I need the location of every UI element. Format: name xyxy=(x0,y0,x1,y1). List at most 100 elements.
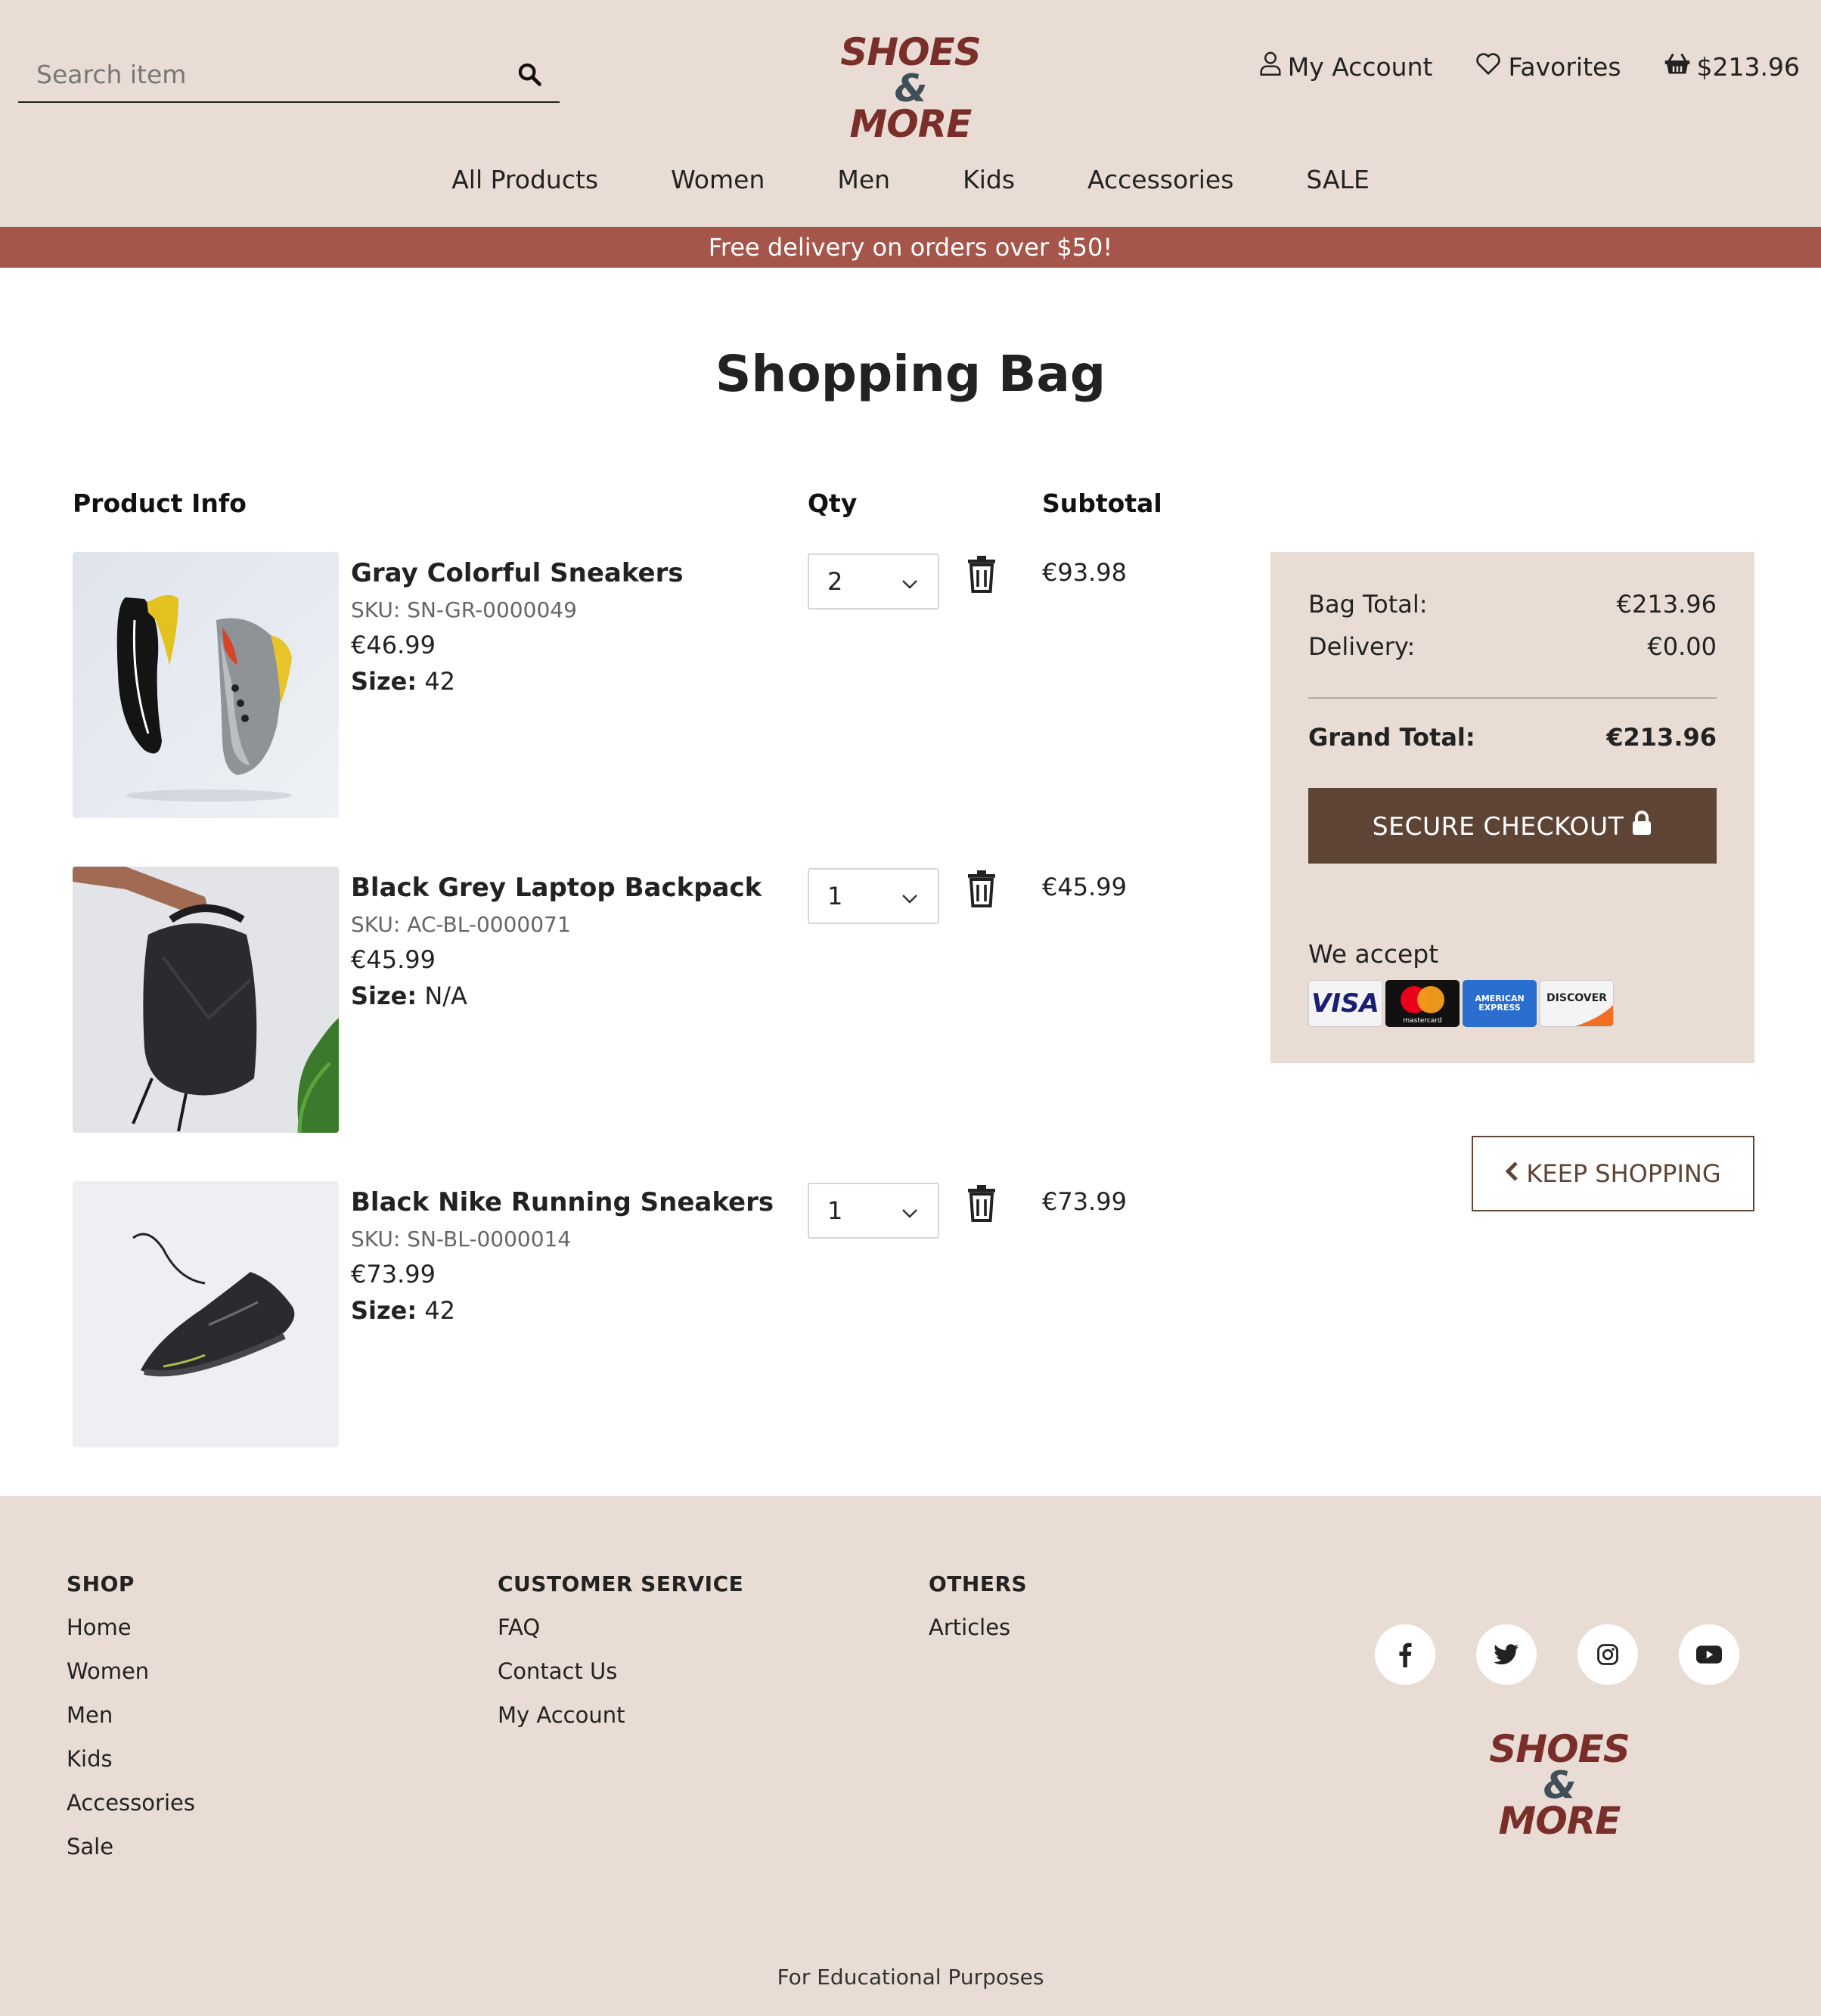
column-header-subtotal: Subtotal xyxy=(1042,488,1162,518)
trash-icon[interactable] xyxy=(965,1184,998,1222)
chevron-down-icon xyxy=(901,567,918,596)
lock-icon xyxy=(1631,811,1652,841)
site-logo[interactable]: SHOES & MORE xyxy=(824,33,997,143)
item-subtotal: €93.98 xyxy=(1042,558,1127,587)
item-sku: SKU: SN-GR-0000049 xyxy=(351,597,577,622)
item-size-label: Size: xyxy=(351,1296,417,1325)
quantity-select[interactable]: 2 xyxy=(808,554,939,609)
bag-total-label: Bag Total: xyxy=(1308,590,1428,619)
keep-shopping-button[interactable]: KEEP SHOPPING xyxy=(1472,1136,1754,1211)
secure-checkout-button[interactable]: SECURE CHECKOUT xyxy=(1308,788,1717,864)
footer-shop-column: SHOP Home Women Men Kids Accessories Sal… xyxy=(67,1571,195,1878)
nav-men[interactable]: Men xyxy=(801,165,926,194)
bag-item: Black Nike Running Sneakers SKU: SN-BL-0… xyxy=(73,1181,1169,1447)
my-account-link[interactable]: My Account xyxy=(1259,51,1433,82)
item-subtotal: €45.99 xyxy=(1042,873,1127,901)
trash-icon[interactable] xyxy=(965,870,998,907)
cart-total: $213.96 xyxy=(1696,51,1800,82)
footer-link-accessories[interactable]: Accessories xyxy=(67,1790,195,1834)
item-size-value: 42 xyxy=(424,1296,456,1325)
footer-heading: OTHERS xyxy=(929,1571,1028,1596)
nav-kids[interactable]: Kids xyxy=(926,165,1051,194)
chevron-left-icon xyxy=(1505,1159,1519,1188)
item-name[interactable]: Gray Colorful Sneakers xyxy=(351,558,684,588)
quantity-select[interactable]: 1 xyxy=(808,1183,939,1239)
footer-link-men[interactable]: Men xyxy=(67,1702,195,1746)
we-accept-label: We accept xyxy=(1308,939,1439,969)
item-size-label: Size: xyxy=(351,667,417,696)
search-bar xyxy=(18,47,560,103)
column-header-product: Product Info xyxy=(73,488,247,518)
bag-item: Black Grey Laptop Backpack SKU: AC-BL-00… xyxy=(73,867,1169,1133)
footer-link-contact-us[interactable]: Contact Us xyxy=(498,1658,743,1702)
delivery-banner: Free delivery on orders over $50! xyxy=(0,227,1821,268)
footer-link-women[interactable]: Women xyxy=(67,1658,195,1702)
nav-women[interactable]: Women xyxy=(634,165,801,194)
nav-sale[interactable]: SALE xyxy=(1270,165,1405,194)
item-size: Size: N/A xyxy=(351,982,467,1010)
chevron-down-icon xyxy=(901,1196,918,1225)
quantity-value: 2 xyxy=(827,567,843,596)
grand-total-value: €213.96 xyxy=(1606,723,1717,752)
item-price: €45.99 xyxy=(351,945,436,974)
item-size-value: 42 xyxy=(424,667,456,696)
footer-logo[interactable]: SHOES & MORE xyxy=(1473,1730,1646,1840)
item-sku: SKU: SN-BL-0000014 xyxy=(351,1227,572,1251)
footer-link-articles[interactable]: Articles xyxy=(929,1614,1027,1658)
main-nav: All Products Women Men Kids Accessories … xyxy=(0,165,1821,194)
favorites-link[interactable]: Favorites xyxy=(1475,51,1621,82)
nav-accessories[interactable]: Accessories xyxy=(1051,165,1270,194)
payment-cards: VISA mastercard AMERICAN EXPRESS DISCOVE… xyxy=(1308,980,1614,1027)
footer-link-my-account[interactable]: My Account xyxy=(498,1702,743,1746)
gray-sneakers-image[interactable] xyxy=(73,552,339,818)
search-input[interactable] xyxy=(18,59,507,89)
item-sku: SKU: AC-BL-0000071 xyxy=(351,912,571,937)
item-price: €46.99 xyxy=(351,631,436,659)
footer-link-home[interactable]: Home xyxy=(67,1614,195,1658)
grand-total-label: Grand Total: xyxy=(1308,723,1475,752)
user-icon xyxy=(1259,51,1282,82)
footer-link-kids[interactable]: Kids xyxy=(67,1746,195,1790)
facebook-icon[interactable] xyxy=(1375,1624,1435,1685)
nav-all-products[interactable]: All Products xyxy=(415,165,634,194)
discover-card-icon: DISCOVER xyxy=(1540,980,1614,1027)
quantity-value: 1 xyxy=(827,882,843,910)
footer-copyright: For Educational Purposes xyxy=(777,1965,1044,1990)
quantity-value: 1 xyxy=(827,1196,843,1225)
visa-card-icon: VISA xyxy=(1308,980,1382,1027)
my-account-label: My Account xyxy=(1287,51,1433,82)
item-size-label: Size: xyxy=(351,982,417,1010)
footer-service-column: CUSTOMER SERVICE FAQ Contact Us My Accou… xyxy=(498,1571,743,1746)
item-price: €73.99 xyxy=(351,1260,436,1289)
page-title: Shopping Bag xyxy=(715,345,1106,403)
quantity-select[interactable]: 1 xyxy=(808,868,939,924)
instagram-icon[interactable] xyxy=(1577,1624,1638,1685)
basket-icon xyxy=(1664,52,1691,82)
footer-link-faq[interactable]: FAQ xyxy=(498,1614,743,1658)
search-icon[interactable] xyxy=(507,51,552,97)
youtube-icon[interactable] xyxy=(1679,1624,1739,1685)
item-subtotal: €73.99 xyxy=(1042,1187,1127,1216)
item-size: Size: 42 xyxy=(351,1296,455,1325)
keep-shopping-label: KEEP SHOPPING xyxy=(1526,1159,1721,1188)
item-size: Size: 42 xyxy=(351,667,455,696)
trash-icon[interactable] xyxy=(965,555,998,593)
black-sneaker-image[interactable] xyxy=(73,1181,339,1447)
summary-divider xyxy=(1308,697,1717,699)
delivery-value: €0.00 xyxy=(1647,632,1717,661)
delivery-label: Delivery: xyxy=(1308,632,1416,661)
delivery-row: Delivery: €0.00 xyxy=(1308,632,1717,661)
footer-link-sale[interactable]: Sale xyxy=(67,1834,195,1878)
site-footer: SHOP Home Women Men Kids Accessories Sal… xyxy=(0,1496,1821,2016)
amex-card-icon: AMERICAN EXPRESS xyxy=(1463,980,1537,1027)
bag-total-row: Bag Total: €213.96 xyxy=(1308,590,1717,619)
item-name[interactable]: Black Nike Running Sneakers xyxy=(351,1187,774,1217)
chevron-down-icon xyxy=(901,882,918,910)
backpack-image[interactable] xyxy=(73,867,339,1133)
favorites-label: Favorites xyxy=(1508,51,1621,82)
order-summary: Bag Total: €213.96 Delivery: €0.00 Grand… xyxy=(1270,552,1754,1063)
bag-item: Gray Colorful Sneakers SKU: SN-GR-000004… xyxy=(73,552,1169,818)
twitter-icon[interactable] xyxy=(1476,1624,1537,1685)
item-name[interactable]: Black Grey Laptop Backpack xyxy=(351,873,762,903)
cart-link[interactable]: $213.96 xyxy=(1664,52,1800,82)
